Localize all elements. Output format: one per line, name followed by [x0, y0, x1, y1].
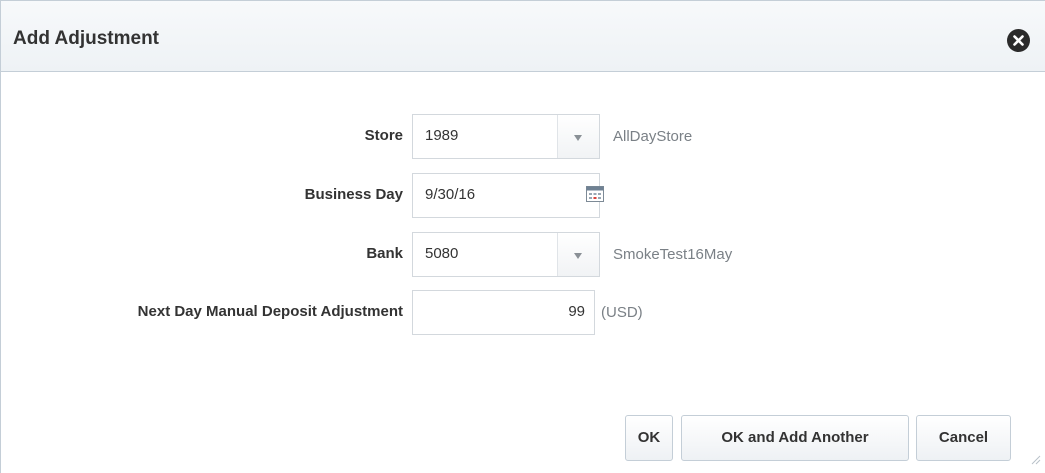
resize-grip-icon[interactable] — [1029, 452, 1041, 465]
dialog-header: Add Adjustment — [1, 0, 1045, 72]
adjustment-amount-value: 99 — [568, 303, 585, 320]
currency-label: (USD) — [601, 304, 643, 321]
bank-dropdown-button[interactable] — [557, 233, 599, 276]
chevron-down-icon — [574, 253, 582, 259]
business-day-label: Business Day — [304, 186, 403, 203]
dialog-title: Add Adjustment — [13, 28, 160, 49]
bank-label: Bank — [366, 245, 403, 262]
bank-value: 5080 — [425, 245, 459, 262]
bank-select[interactable]: 5080 — [412, 232, 600, 277]
adjustment-amount-input[interactable]: 99 — [412, 290, 595, 335]
store-label: Store — [364, 127, 403, 144]
bank-description: SmokeTest16May — [613, 246, 733, 263]
calendar-icon[interactable] — [586, 186, 604, 202]
ok-button[interactable]: OK — [625, 415, 673, 461]
close-icon[interactable] — [1007, 29, 1030, 52]
ok-and-add-another-button[interactable]: OK and Add Another — [681, 415, 909, 461]
store-value: 1989 — [425, 127, 459, 144]
store-select[interactable]: 1989 — [412, 114, 600, 159]
add-adjustment-dialog: Add Adjustment Store 1989 AllDayStore Bu… — [0, 0, 1045, 473]
chevron-down-icon — [574, 135, 582, 141]
business-day-value: 9/30/16 — [425, 186, 476, 203]
store-dropdown-button[interactable] — [557, 115, 599, 158]
cancel-button[interactable]: Cancel — [916, 415, 1011, 461]
adjustment-label: Next Day Manual Deposit Adjustment — [137, 303, 403, 320]
business-day-input[interactable]: 9/30/16 — [412, 173, 600, 218]
store-description: AllDayStore — [613, 128, 693, 145]
